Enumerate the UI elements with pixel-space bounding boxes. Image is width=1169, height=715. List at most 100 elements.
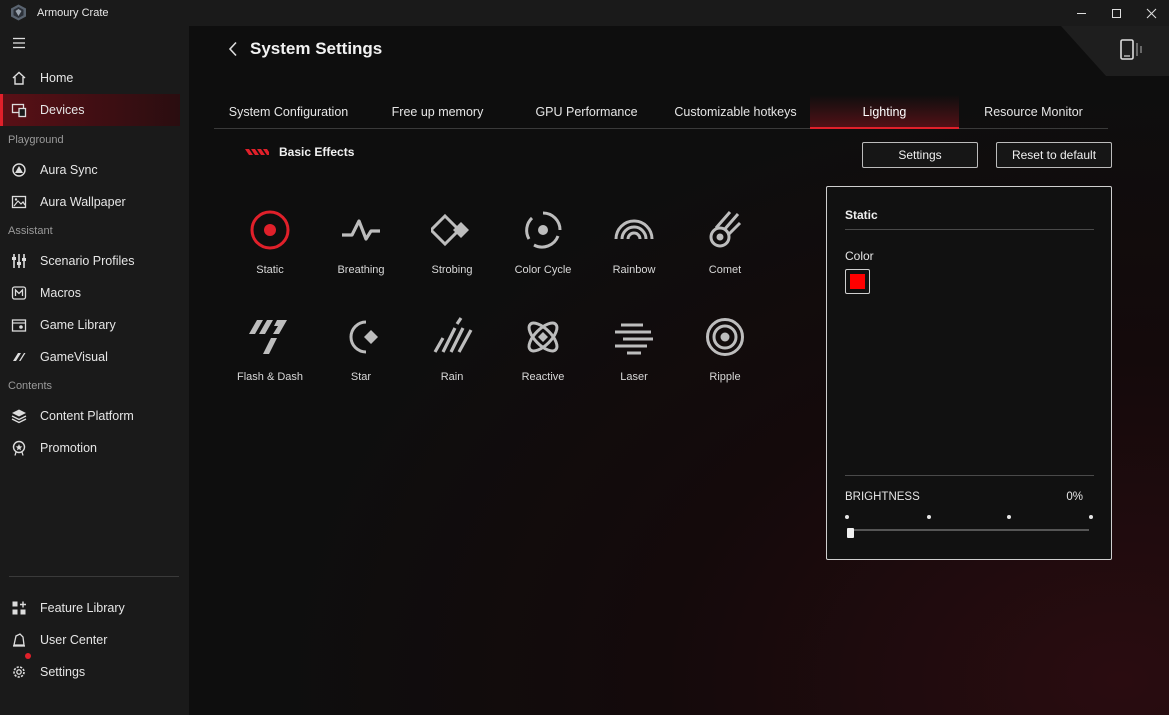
- effect-label: Rain: [440, 371, 464, 383]
- section-label-contents: Contents: [8, 380, 53, 392]
- sidebar-item-aura-wallpaper[interactable]: Aura Wallpaper: [0, 186, 180, 218]
- user-center-icon: [13, 633, 25, 647]
- settings-gear-icon: [13, 666, 25, 678]
- tab-free-up-memory[interactable]: Free up memory: [363, 95, 512, 128]
- slider-tick: [1007, 515, 1011, 519]
- scenario-profiles-icon: [12, 254, 26, 268]
- minimize-icon: [1076, 12, 1086, 14]
- effect-label: Static: [256, 264, 284, 276]
- effect-comet[interactable]: Comet: [680, 209, 770, 304]
- color-cycle-icon: [525, 211, 562, 249]
- sidebar-item-gamevisual[interactable]: GameVisual: [0, 341, 180, 373]
- brightness-slider-thumb[interactable]: [847, 528, 854, 538]
- maximize-button[interactable]: [1099, 0, 1133, 26]
- sidebar-item-game-library[interactable]: Game Library: [0, 309, 180, 341]
- promotion-icon: [12, 440, 26, 456]
- armoury-crate-logo-icon: [11, 4, 26, 21]
- effect-star[interactable]: Star: [316, 316, 406, 411]
- sidebar-item-scenario-profiles[interactable]: Scenario Profiles: [0, 245, 180, 277]
- sidebar-item-settings[interactable]: Settings: [0, 653, 180, 688]
- tab-customizable-hotkeys[interactable]: Customizable hotkeys: [661, 95, 810, 128]
- static-icon: [250, 210, 290, 250]
- section-label-assistant: Assistant: [8, 225, 53, 237]
- effect-label: Rainbow: [612, 264, 656, 276]
- settings-button[interactable]: Settings: [862, 142, 978, 168]
- sidebar-item-user-center[interactable]: User Center: [0, 624, 180, 656]
- color-swatch[interactable]: [845, 269, 870, 294]
- rainbow-icon: [614, 219, 654, 240]
- brightness-slider-track[interactable]: [849, 529, 1089, 531]
- effect-static[interactable]: Static: [225, 209, 315, 304]
- color-swatch-fill: [850, 274, 865, 289]
- device-icon[interactable]: [1118, 37, 1146, 63]
- breathing-icon: [342, 219, 380, 241]
- tab-lighting[interactable]: Lighting: [810, 95, 959, 129]
- tab-gpu-performance[interactable]: GPU Performance: [512, 95, 661, 128]
- minimize-button[interactable]: [1064, 0, 1098, 26]
- effect-label: Strobing: [431, 264, 473, 276]
- panel-title: Static: [845, 208, 878, 222]
- sidebar-item-devices[interactable]: Devices: [0, 94, 180, 126]
- effect-strobing[interactable]: Strobing: [407, 209, 497, 304]
- sidebar-item-promotion[interactable]: Promotion: [0, 432, 180, 464]
- ripple-icon: [706, 318, 744, 356]
- brightness-label: BRIGHTNESS: [845, 491, 920, 503]
- effect-label: Comet: [708, 264, 742, 276]
- basic-effects-title: Basic Effects: [279, 145, 355, 159]
- color-label: Color: [845, 249, 874, 263]
- sidebar-item-label: Feature Library: [40, 601, 125, 615]
- close-button[interactable]: [1134, 0, 1168, 26]
- effect-label: Breathing: [337, 264, 385, 276]
- tab-system-configuration[interactable]: System Configuration: [214, 95, 363, 128]
- effect-ripple[interactable]: Ripple: [680, 316, 770, 411]
- sidebar-item-label: Home: [40, 71, 74, 85]
- feature-library-icon: [12, 601, 26, 615]
- app-title: Armoury Crate: [37, 7, 109, 19]
- star-icon: [349, 320, 378, 354]
- reset-to-default-button[interactable]: Reset to default: [996, 142, 1112, 168]
- sidebar-item-label: Devices: [40, 103, 85, 117]
- title-bar: Armoury Crate: [0, 0, 1169, 26]
- slider-tick: [845, 515, 849, 519]
- basic-effects-header: Basic Effects: [245, 145, 354, 159]
- effect-color-cycle[interactable]: Color Cycle: [498, 209, 588, 304]
- notification-badge: [25, 653, 31, 659]
- effect-breathing[interactable]: Breathing: [316, 209, 406, 304]
- sidebar-item-label: Promotion: [40, 441, 97, 455]
- home-icon: [12, 71, 26, 85]
- main-content: System Settings System Configuration Fre…: [189, 26, 1169, 715]
- effect-laser[interactable]: Laser: [589, 316, 679, 411]
- effect-rain[interactable]: Rain: [407, 316, 497, 411]
- sidebar-item-feature-library[interactable]: Feature Library: [0, 592, 180, 624]
- sidebar-item-label: GameVisual: [40, 350, 108, 364]
- rain-icon: [433, 317, 473, 353]
- effect-reactive[interactable]: Reactive: [498, 316, 588, 411]
- maximize-icon: [1111, 8, 1121, 18]
- laser-icon: [615, 323, 653, 355]
- sidebar-item-aura-sync[interactable]: Aura Sync: [0, 154, 180, 186]
- comet-icon: [709, 211, 742, 248]
- panel-divider: [845, 475, 1094, 476]
- tab-bar: System Configuration Free up memory GPU …: [214, 95, 1108, 129]
- sidebar-item-label: Scenario Profiles: [40, 254, 135, 268]
- sidebar-item-label: User Center: [40, 633, 108, 647]
- effect-flash-dash[interactable]: Flash & Dash: [225, 316, 315, 411]
- gamevisual-icon: [13, 353, 26, 361]
- tab-resource-monitor[interactable]: Resource Monitor: [959, 95, 1108, 128]
- sidebar-item-home[interactable]: Home: [0, 62, 180, 94]
- effect-label: Laser: [620, 371, 648, 383]
- back-arrow-icon[interactable]: [227, 41, 239, 57]
- effect-label: Ripple: [709, 371, 741, 383]
- strobing-icon: [431, 213, 469, 247]
- macros-icon: [11, 286, 27, 300]
- effect-label: Reactive: [521, 371, 565, 383]
- sidebar-item-label: Macros: [40, 286, 81, 300]
- hamburger-menu-icon[interactable]: [12, 36, 26, 50]
- sidebar-item-content-platform[interactable]: Content Platform: [0, 400, 180, 432]
- reactive-icon: [527, 321, 559, 353]
- effect-rainbow[interactable]: Rainbow: [589, 209, 679, 304]
- sidebar-item-macros[interactable]: Macros: [0, 277, 180, 309]
- game-library-icon: [11, 319, 27, 332]
- sidebar-divider: [9, 576, 179, 577]
- content-platform-icon: [11, 409, 27, 424]
